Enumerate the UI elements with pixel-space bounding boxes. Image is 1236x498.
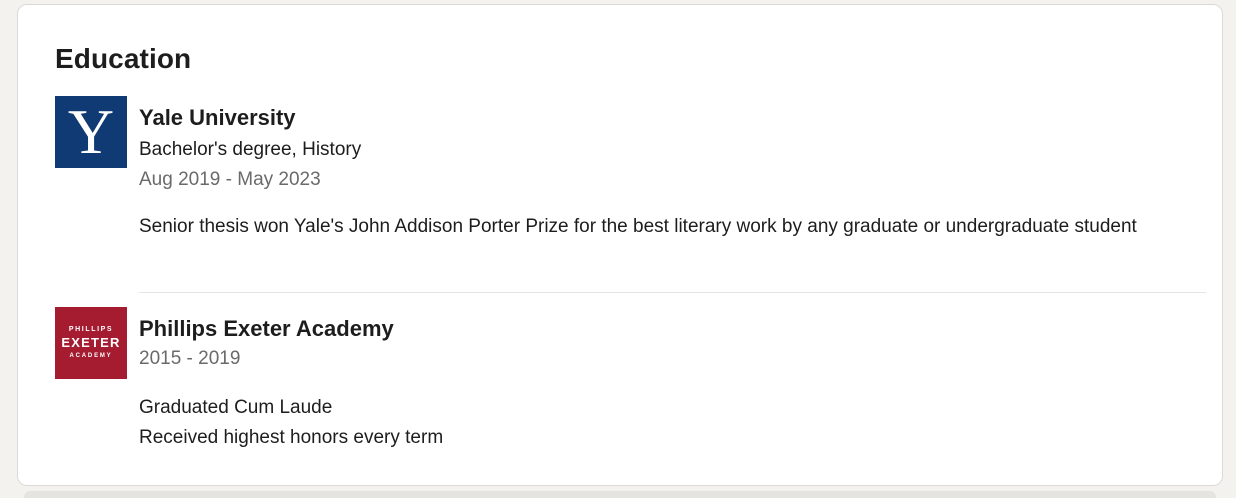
- school-name[interactable]: Yale University: [139, 104, 1189, 132]
- entry-info: Phillips Exeter Academy 2015 - 2019 Grad…: [139, 307, 1189, 453]
- entry-description-line: Received highest honors every term: [139, 427, 444, 448]
- exeter-logo-line3: ACADEMY: [69, 353, 113, 359]
- entry-description: Senior thesis won Yale's John Addison Po…: [139, 216, 1137, 237]
- yale-logo[interactable]: Y: [55, 96, 127, 168]
- entry-description-line: Graduated Cum Laude: [139, 397, 333, 418]
- entry-info: Yale University Bachelor's degree, Histo…: [139, 96, 1189, 242]
- exeter-logo-line2: EXETER: [61, 335, 121, 350]
- school-name[interactable]: Phillips Exeter Academy: [139, 315, 1189, 343]
- date-range: Aug 2019 - May 2023: [139, 169, 321, 190]
- next-card-edge: [24, 491, 1216, 498]
- section-title: Education: [55, 43, 192, 74]
- exeter-logo-line1: PHILLIPS: [68, 326, 114, 333]
- exeter-logo[interactable]: PHILLIPS EXETER ACADEMY: [55, 307, 127, 379]
- degree: Bachelor's degree, History: [139, 139, 362, 160]
- education-card: Education Y Yale University Bachelor's d…: [17, 4, 1223, 486]
- yale-logo-letter: Y: [67, 96, 115, 167]
- date-range: 2015 - 2019: [139, 348, 241, 369]
- entry-divider: [139, 292, 1206, 293]
